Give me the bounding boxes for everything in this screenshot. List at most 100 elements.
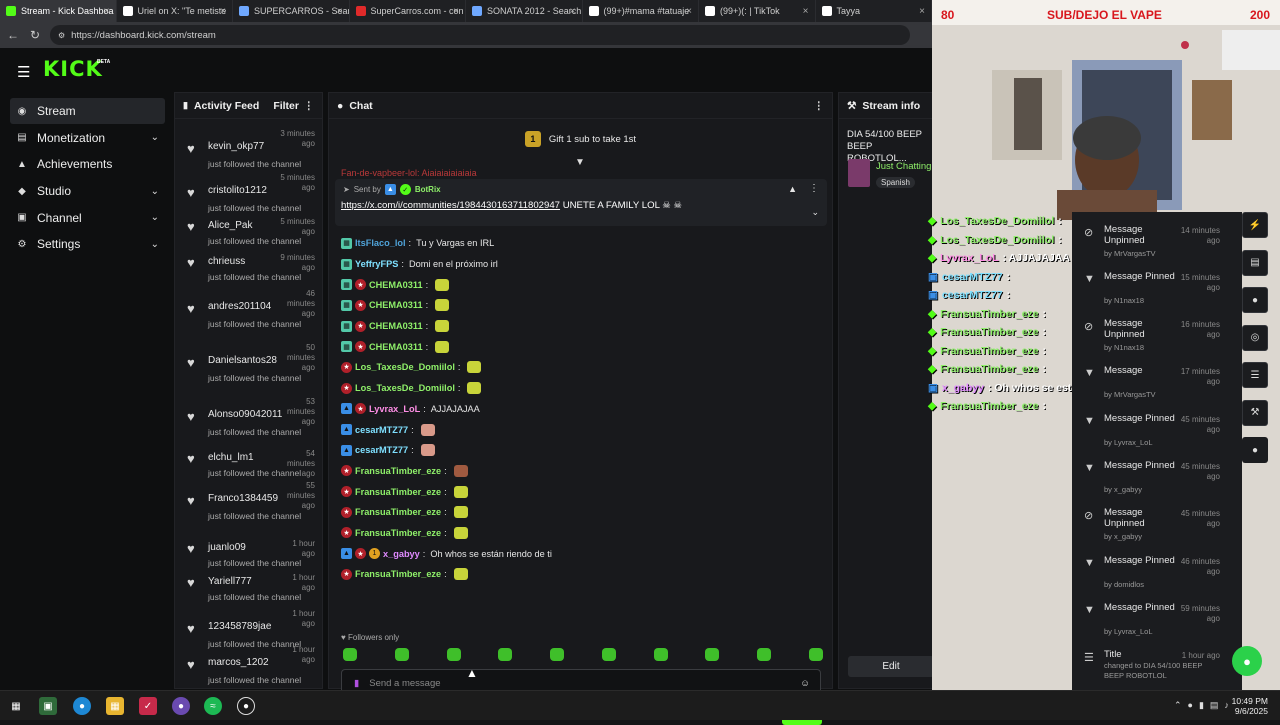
chat-message[interactable]: ▦ ★ CHEMA0311: [341,274,821,295]
follower-name[interactable]: marcos_1202 [208,657,269,668]
support-chat-icon[interactable]: ● [1232,646,1262,676]
chat-menu-icon[interactable]: ⋮ [814,100,825,112]
chat-username[interactable]: CHEMA0311 [369,300,423,310]
pinned-link[interactable]: https://x.com/i/communities/198443016371… [341,200,560,211]
file-explorer-icon[interactable]: ▦ [106,697,124,715]
document-icon[interactable]: ▤ [1242,249,1268,276]
emote-icon[interactable] [601,648,616,661]
chevron-down-icon[interactable]: ⌄ [151,239,159,250]
emote-icon[interactable] [343,648,357,661]
share-icon[interactable]: ● [1242,437,1268,463]
chat-username[interactable]: Los_TaxesDe_Domiilol [355,383,455,393]
chevron-down-icon[interactable]: ⌄ [151,212,159,223]
chevron-down-icon[interactable]: ⌄ [151,186,159,197]
chat-username[interactable]: YeffryFPS [355,259,398,269]
emote-icon[interactable] [757,648,772,661]
chat-message[interactable]: ▲ cesarMTZ77: [341,419,821,440]
lightning-icon[interactable]: ⚡ [1242,212,1268,238]
windows-start-icon[interactable]: ▦ [7,697,25,715]
close-tab-icon[interactable]: × [337,6,343,17]
sidebar-item-monetization[interactable]: ▤ Monetization ⌄ [10,125,165,151]
emote-icon[interactable] [446,648,461,661]
follower-name[interactable]: cristolito1212 [208,185,267,196]
chat-username[interactable]: cesarMTZ77 [355,445,408,455]
edit-stream-button[interactable]: Edit [848,656,932,677]
chat-username[interactable]: FransuaTimber_eze [355,507,441,517]
chat-message[interactable]: ▦ YeffryFPS: Domi en el próximo irl [341,254,821,275]
site-info-icon[interactable]: ⚙ [58,31,65,40]
browser-tab[interactable]: (99+)(: | TikTok × [699,0,816,22]
chat-message[interactable]: ▲ ★ Lyvrax_LoL: AJJAJAJAA [341,399,821,420]
category-name[interactable]: Just Chatting [876,161,931,172]
reload-icon[interactable]: ↻ [28,28,42,42]
broadcast-icon[interactable]: ◎ [1242,324,1268,351]
wrench-icon[interactable]: ⚒ [1242,399,1268,426]
clock[interactable]: 10:49 PM 9/6/2025 [1232,696,1268,716]
chat-username[interactable]: CHEMA0311 [369,280,423,290]
chat-message[interactable]: ★ FransuaTimber_eze: [341,502,821,523]
scroll-down-icon[interactable]: ▼ [575,157,585,168]
pin-toggle-icon[interactable]: ▲ [788,184,797,194]
steam-icon[interactable]: ● [237,697,255,715]
browser-tab[interactable]: SuperCarros.com - con × [350,0,466,22]
close-tab-icon[interactable]: × [453,6,459,17]
menu-icon[interactable]: ☰ [17,63,30,81]
chat-username[interactable]: FransuaTimber_eze [355,528,441,538]
sidebar-item-achievements[interactable]: ▲ Achievements [10,151,165,177]
obs-icon[interactable]: ● [172,697,190,715]
chat-username[interactable]: cesarMTZ77 [355,425,408,435]
chat-message[interactable]: ★ FransuaTimber_eze: [341,564,821,585]
terminal-icon[interactable]: ▣ [39,697,57,715]
chat-username[interactable]: FransuaTimber_eze [355,487,441,497]
chat-username[interactable]: FransuaTimber_eze [355,466,441,476]
follower-name[interactable]: Alice_Pak [208,220,252,231]
emote-icon[interactable] [394,648,409,661]
browser-tab[interactable]: SONATA 2012 - Search × [466,0,583,22]
browser-tab[interactable]: Stream - Kick Dashboa × [0,0,117,22]
back-icon[interactable]: ← [6,28,20,42]
emote-icon[interactable] [705,648,720,661]
chat-username[interactable]: FransuaTimber_eze [355,569,441,579]
chat-message[interactable]: ▦ ★ CHEMA0311: [341,295,821,316]
follower-name[interactable]: Yariell777 [208,576,252,587]
chat-message[interactable]: ★ FransuaTimber_eze: [341,461,821,482]
chat-message[interactable]: ▲ cesarMTZ77: [341,440,821,461]
sidebar-item-stream[interactable]: ◉ Stream [10,98,165,124]
follower-name[interactable]: kevin_okp77 [208,141,264,152]
app-red-icon[interactable]: ✓ [139,697,157,715]
chat-message[interactable]: ★ Los_TaxesDe_Domiilol: [341,357,821,378]
follower-name[interactable]: Alonso09042011 [208,409,282,420]
emote-icon[interactable] [498,648,513,661]
chat-message[interactable]: ▦ ★ CHEMA0311: [341,316,821,337]
chat-message[interactable]: ★ FransuaTimber_eze: [341,523,821,544]
follower-name[interactable]: andres201104 [208,301,271,312]
expand-chevron-icon[interactable]: ⌄ [811,207,819,218]
chat-username[interactable]: CHEMA0311 [369,321,423,331]
close-tab-icon[interactable]: × [104,6,110,17]
chat-message[interactable]: ★ Los_TaxesDe_Domiilol: [341,378,821,399]
follower-name[interactable]: juanlo09 [208,542,246,553]
activity-menu-icon[interactable]: ⋮ [304,100,315,112]
chat-username[interactable]: Los_TaxesDe_Domiilol [355,362,455,372]
follower-name[interactable]: chrieuss [208,256,245,267]
close-tab-icon[interactable]: × [686,6,692,17]
filter-button[interactable]: Filter [273,100,299,112]
follower-name[interactable]: Danielsantos28 [208,355,277,366]
sidebar-item-studio[interactable]: ◆ Studio ⌄ [10,178,165,204]
close-tab-icon[interactable]: × [803,6,809,17]
chat-message[interactable]: ★ FransuaTimber_eze: [341,481,821,502]
url-field[interactable]: ⚙ https://dashboard.kick.com/stream [50,25,910,45]
browser-tab[interactable]: SUPERCARROS - Search × [233,0,350,22]
chevron-down-icon[interactable]: ⌄ [151,132,159,143]
chat-username[interactable]: x_gabyy [383,549,420,559]
browser-tab[interactable]: Tayya × [816,0,932,22]
edge-icon[interactable]: ● [73,697,91,715]
sidebar-item-settings[interactable]: ⚙ Settings ⌄ [10,231,165,257]
chat-username[interactable]: Lyvrax_LoL [369,404,420,414]
emote-icon[interactable] [808,648,823,661]
chat-username[interactable]: CHEMA0311 [369,342,423,352]
follower-name[interactable]: elchu_lm1 [208,452,254,463]
close-tab-icon[interactable]: × [570,6,576,17]
emote-icon[interactable] [550,648,565,661]
chat-message[interactable]: ▦ ★ CHEMA0311: [341,336,821,357]
